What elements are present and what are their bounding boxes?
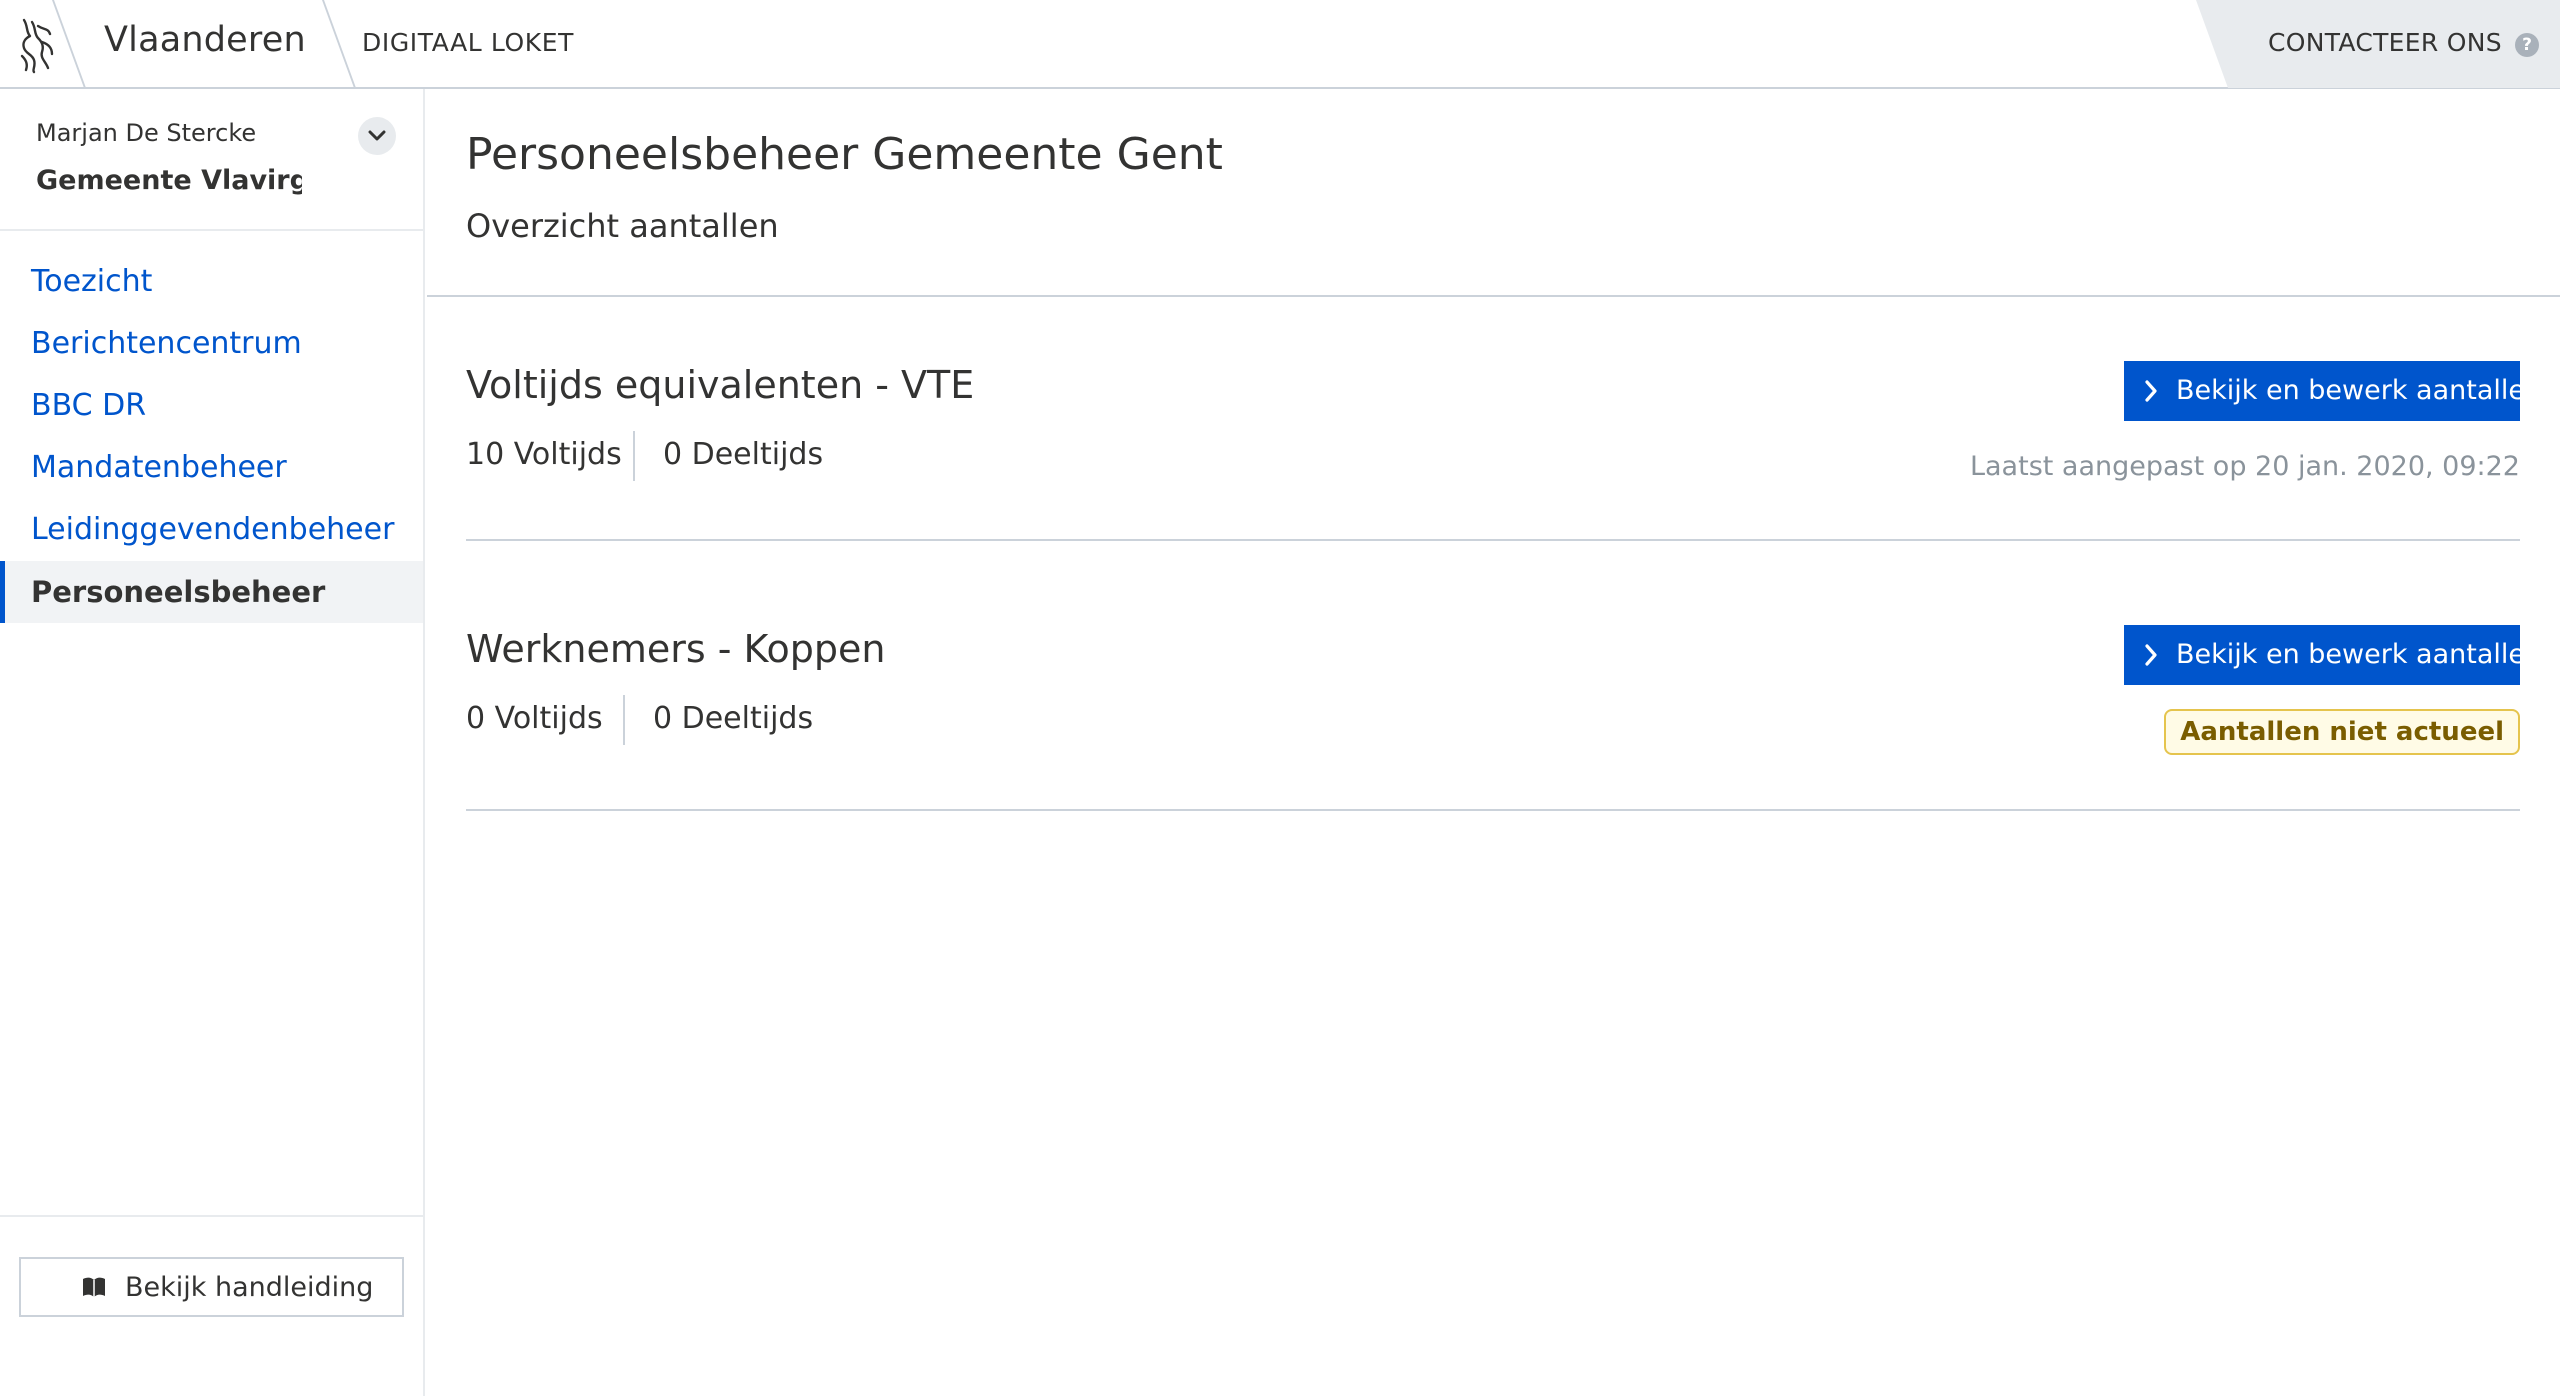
edit-vte-button-label: Bekijk en bewerk aantallen <box>2176 375 2543 406</box>
fulltime-count: 10 Voltijds <box>466 437 622 472</box>
edit-koppen-button[interactable]: Bekijk en bewerk aantallen <box>2124 625 2542 685</box>
sidebar-item-berichtencentrum[interactable]: Berichtencentrum <box>0 313 423 375</box>
sidebar-footer: Bekijk handleiding <box>0 1215 423 1396</box>
count-divider <box>633 431 635 481</box>
parttime-count: 0 Deeltijds <box>653 701 814 736</box>
edit-koppen-button-label: Bekijk en bewerk aantallen <box>2176 639 2543 670</box>
count-divider <box>623 695 625 745</box>
section-title: Voltijds equivalenten - VTE <box>466 363 975 407</box>
user-menu-toggle[interactable] <box>358 117 396 155</box>
flemish-lion-icon <box>20 18 54 74</box>
sidebar-nav: Toezicht Berichtencentrum BBC DR Mandate… <box>0 251 423 623</box>
book-icon <box>83 1277 105 1297</box>
section-koppen: Werknemers - Koppen 0 Voltijds 0 Deeltij… <box>466 625 2542 811</box>
global-header: Vlaanderen DIGITAAL LOKET CONTACTEER ONS… <box>0 0 2560 89</box>
edit-vte-button[interactable]: Bekijk en bewerk aantallen <box>2124 361 2542 421</box>
sidebar-item-mandatenbeheer[interactable]: Mandatenbeheer <box>0 437 423 499</box>
sidebar-item-personeelsbeheer[interactable]: Personeelsbeheer <box>0 561 423 623</box>
user-profile: Marjan De Stercke Gemeente Vlavirgem <box>0 89 423 231</box>
parttime-count: 0 Deeltijds <box>663 437 824 472</box>
section-title: Werknemers - Koppen <box>466 627 886 671</box>
header-divider <box>322 0 357 88</box>
section-vte: Voltijds equivalenten - VTE 10 Voltijds … <box>466 361 2542 541</box>
chevron-down-icon <box>368 130 386 141</box>
contact-button[interactable]: CONTACTEER ONS ? <box>2196 0 2560 88</box>
status-badge: Aantallen niet actueel <box>2164 709 2520 755</box>
manual-button-label: Bekijk handleiding <box>125 1272 374 1303</box>
chevron-right-icon <box>2145 644 2157 666</box>
contact-label: CONTACTEER ONS <box>2268 28 2502 57</box>
last-modified: Laatst aangepast op 20 jan. 2020, 09:22 <box>1969 451 2520 482</box>
main-content: Personeelsbeheer Gemeente Gent Overzicht… <box>427 89 2560 1396</box>
sidebar-item-leidinggevendenbeheer[interactable]: Leidinggevendenbeheer <box>0 499 423 561</box>
brand-link[interactable]: Vlaanderen <box>104 20 306 60</box>
sidebar: Marjan De Stercke Gemeente Vlavirgem Toe… <box>0 89 425 1396</box>
fulltime-count: 0 Voltijds <box>466 701 603 736</box>
app-name-link[interactable]: DIGITAAL LOKET <box>362 28 574 57</box>
chevron-right-icon <box>2145 380 2157 402</box>
sidebar-item-bbc-dr[interactable]: BBC DR <box>0 375 423 437</box>
sidebar-item-toezicht[interactable]: Toezicht <box>0 251 423 313</box>
organization-name: Gemeente Vlavirgem <box>36 165 302 196</box>
user-name: Marjan De Stercke <box>36 119 257 147</box>
manual-button[interactable]: Bekijk handleiding <box>19 1257 404 1317</box>
page-subtitle: Overzicht aantallen <box>466 207 779 245</box>
page-header: Personeelsbeheer Gemeente Gent Overzicht… <box>427 89 2560 297</box>
page-title: Personeelsbeheer Gemeente Gent <box>466 129 1223 180</box>
question-icon: ? <box>2515 33 2539 57</box>
